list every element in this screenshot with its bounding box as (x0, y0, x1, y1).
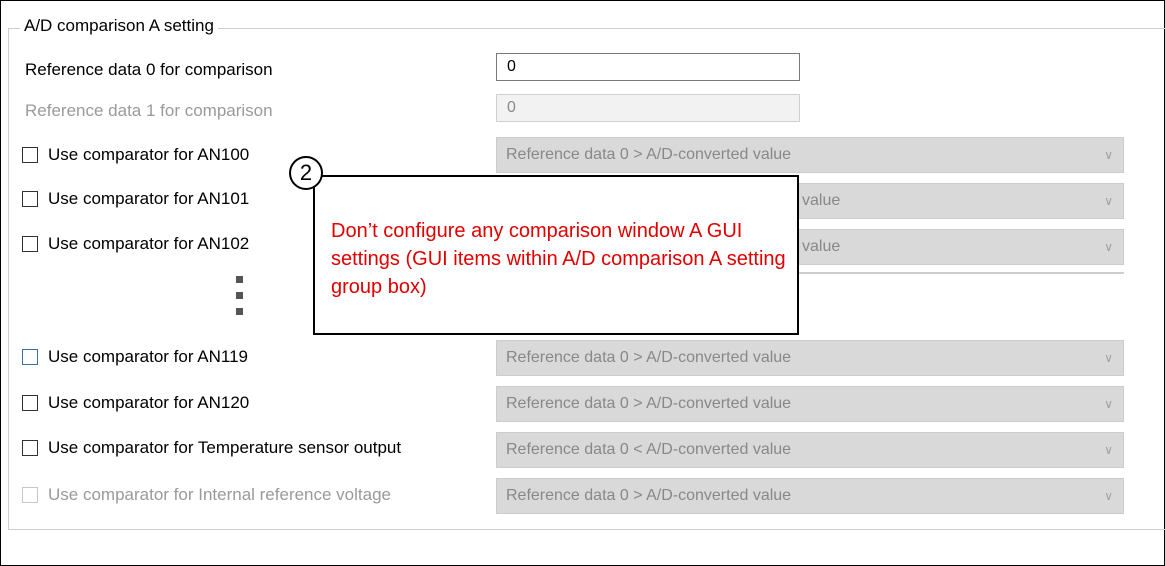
an101-checkbox-row[interactable]: Use comparator for AN101 (22, 189, 322, 211)
an102-checkbox-row[interactable]: Use comparator for AN102 (22, 234, 322, 256)
ref0-label: Reference data 0 for comparison (25, 60, 273, 79)
annotation-callout: Don’t configure any comparison window A … (313, 175, 799, 335)
an119-label: Use comparator for AN119 (48, 347, 248, 366)
checkbox-icon[interactable] (22, 349, 38, 365)
an119-select-value: Reference data 0 > A/D-converted value (506, 349, 792, 366)
an119-checkbox-row[interactable]: Use comparator for AN119 (22, 347, 322, 369)
annotation-text: Don’t configure any comparison window A … (331, 220, 786, 298)
an102-label: Use comparator for AN102 (48, 234, 250, 253)
group-title: A/D comparison A setting (20, 16, 218, 36)
checkbox-icon[interactable] (22, 236, 38, 252)
temp-sensor-select[interactable]: Reference data 0 < A/D-converted value ∨ (496, 432, 1124, 468)
checkbox-icon (22, 487, 38, 503)
an101-label: Use comparator for AN101 (48, 189, 250, 208)
an120-checkbox-row[interactable]: Use comparator for AN120 (22, 393, 322, 415)
step-number-badge: 2 (289, 156, 323, 190)
separator-line (799, 272, 1124, 274)
checkbox-icon[interactable] (22, 440, 38, 456)
an100-select-value: Reference data 0 > A/D-converted value (506, 146, 792, 163)
an101-select-value: value (802, 192, 841, 209)
temp-sensor-label: Use comparator for Temperature sensor ou… (48, 438, 402, 457)
an100-label: Use comparator for AN100 (48, 145, 250, 164)
internal-ref-select[interactable]: Reference data 0 > A/D-converted value ∨ (496, 478, 1124, 514)
chevron-down-icon: ∨ (1104, 351, 1113, 365)
internal-ref-label: Use comparator for Internal reference vo… (48, 485, 392, 504)
internal-ref-checkbox-row: Use comparator for Internal reference vo… (22, 485, 482, 507)
chevron-down-icon: ∨ (1104, 489, 1113, 503)
an100-select[interactable]: Reference data 0 > A/D-converted value ∨ (496, 137, 1124, 173)
chevron-down-icon: ∨ (1104, 240, 1113, 254)
an120-select[interactable]: Reference data 0 > A/D-converted value ∨ (496, 386, 1124, 422)
checkbox-icon[interactable] (22, 191, 38, 207)
an120-label: Use comparator for AN120 (48, 393, 250, 412)
ref1-input: 0 (496, 94, 800, 122)
an119-select[interactable]: Reference data 0 > A/D-converted value ∨ (496, 340, 1124, 376)
internal-ref-select-value: Reference data 0 > A/D-converted value (506, 487, 792, 504)
an102-select-value: value (802, 238, 841, 255)
checkbox-icon[interactable] (22, 147, 38, 163)
chevron-down-icon: ∨ (1104, 397, 1113, 411)
ref0-input[interactable]: 0 (496, 53, 800, 81)
an120-select-value: Reference data 0 > A/D-converted value (506, 395, 792, 412)
an100-checkbox-row[interactable]: Use comparator for AN100 (22, 145, 322, 167)
checkbox-icon[interactable] (22, 395, 38, 411)
ref1-label: Reference data 1 for comparison (25, 101, 273, 120)
chevron-down-icon: ∨ (1104, 148, 1113, 162)
temp-sensor-select-value: Reference data 0 < A/D-converted value (506, 441, 792, 458)
chevron-down-icon: ∨ (1104, 443, 1113, 457)
chevron-down-icon: ∨ (1104, 194, 1113, 208)
vertical-ellipsis-icon (236, 276, 244, 324)
temp-sensor-checkbox-row[interactable]: Use comparator for Temperature sensor ou… (22, 438, 482, 460)
